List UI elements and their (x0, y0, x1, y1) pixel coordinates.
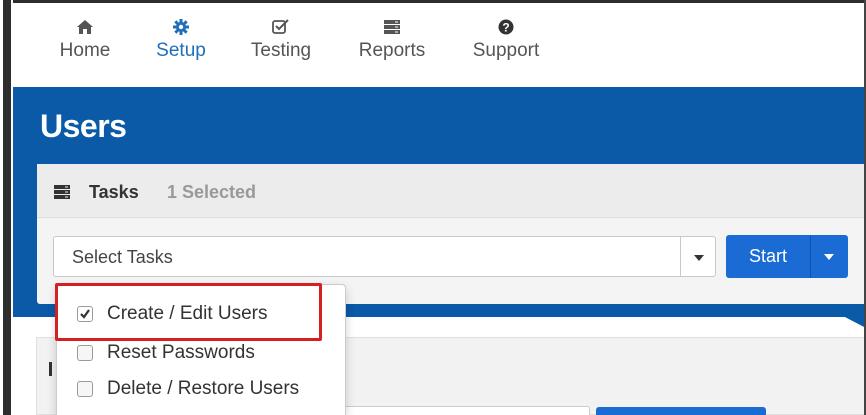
tasks-dropdown-menu: Create / Edit Users Reset Passwords Dele… (56, 284, 346, 415)
menu-item-label: Reset Passwords (107, 342, 255, 363)
checkbox-icon (246, 3, 316, 41)
nav-reports[interactable]: Reports (353, 3, 431, 87)
nav-home[interactable]: Home (55, 3, 115, 87)
tasks-panel-header: Tasks 1 Selected (37, 164, 866, 218)
nav-testing[interactable]: Testing (246, 3, 316, 87)
menu-item-label: Delete / Restore Users (107, 378, 300, 399)
menu-item-label: Create / Edit Users (107, 303, 268, 324)
server-icon (54, 185, 70, 204)
select-tasks-toggle-button[interactable] (680, 236, 716, 277)
menu-item-delete-restore-users[interactable]: Delete / Restore Users (57, 371, 347, 407)
select-tasks-text: Select Tasks (72, 247, 173, 267)
tasks-panel: Tasks 1 Selected (37, 164, 866, 304)
caret-down-icon (694, 255, 704, 261)
checkbox-checked[interactable] (77, 306, 93, 322)
nav-testing-label: Testing (250, 40, 312, 61)
server-icon (353, 3, 431, 41)
search-button[interactable] (596, 407, 766, 415)
search-input[interactable] (340, 406, 590, 415)
nav-reports-label: Reports (358, 40, 426, 61)
tasks-selected-count: 1 Selected (167, 182, 257, 202)
checkbox-unchecked[interactable] (77, 345, 93, 361)
nav-home-label: Home (59, 40, 111, 61)
nav-support[interactable]: ? Support (467, 3, 545, 87)
question-circle-icon: ? (467, 3, 545, 41)
svg-text:?: ? (502, 21, 509, 35)
nav-setup-label: Setup (156, 40, 206, 61)
window-left-border (0, 0, 13, 415)
select-tasks-dropdown[interactable]: Select Tasks (53, 236, 680, 277)
gear-icon (150, 3, 212, 41)
nav-setup[interactable]: Setup (150, 3, 212, 87)
page-title: Users (40, 108, 127, 144)
home-icon (55, 3, 115, 41)
checkbox-unchecked[interactable] (77, 381, 93, 397)
top-navigation: Home Setup Testing Reports ? Support (13, 3, 866, 87)
start-button[interactable]: Start (726, 235, 810, 278)
caret-down-icon (824, 254, 834, 260)
panel-edge-mark (49, 362, 52, 376)
tasks-title: Tasks (89, 182, 139, 202)
menu-item-create-edit-users[interactable]: Create / Edit Users (57, 296, 347, 332)
start-options-button[interactable] (810, 235, 848, 278)
header-band-corner (820, 304, 866, 328)
nav-support-label: Support (472, 40, 540, 61)
menu-item-reset-passwords[interactable]: Reset Passwords (57, 335, 347, 371)
